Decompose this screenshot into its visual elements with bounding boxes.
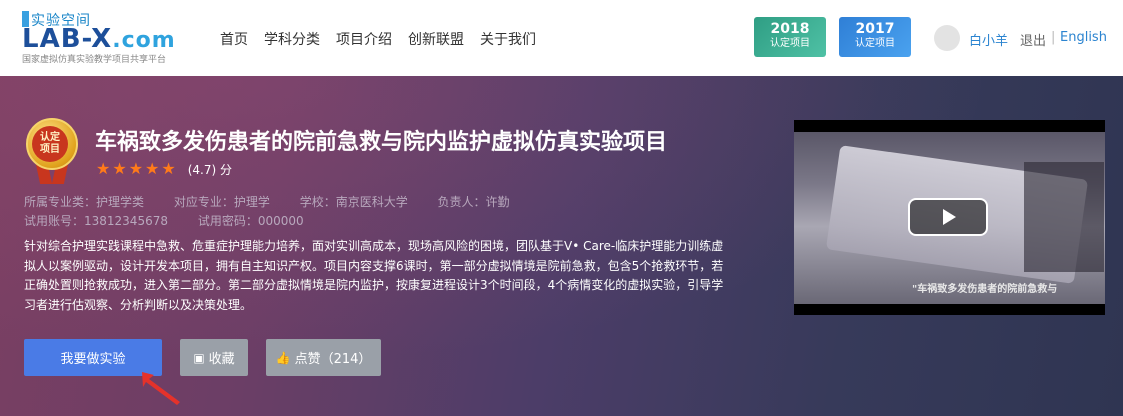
project-title: 车祸致多发伤患者的院前急救与院内监护虚拟仿真实验项目: [95, 130, 668, 155]
medal-label: 认定 项目: [32, 126, 68, 162]
star-icon: ★: [145, 159, 160, 178]
favorite-button[interactable]: ▣ 收藏: [180, 339, 248, 376]
nav-projects[interactable]: 项目介绍: [336, 29, 392, 49]
certified-medal-icon: 认定 项目: [24, 118, 80, 188]
video-player[interactable]: "车祸致多发伤患者的院前急救与: [794, 120, 1105, 315]
logo-subtitle: 国家虚拟仿真实验教学项目共享平台: [22, 55, 167, 65]
meta-school: 学校：南京医科大学: [299, 195, 408, 209]
project-hero: 认定 项目 车祸致多发伤患者的院前急救与院内监护虚拟仿真实验项目 ★ ★ ★ ★ …: [0, 76, 1123, 416]
play-button[interactable]: [908, 198, 988, 236]
badge-2018-year: 2018: [770, 21, 810, 37]
avatar[interactable]: [934, 25, 960, 51]
project-meta: 所属专业类：护理学类 对应专业：护理学 学校：南京医科大学 负责人：许勤 试用账…: [24, 193, 536, 231]
meta-category: 所属专业类：护理学类: [24, 195, 145, 209]
top-header: 实验空间 LAB-X.com 国家虚拟仿真实验教学项目共享平台 首页 学科分类 …: [0, 0, 1123, 76]
star-icon: ★: [128, 159, 144, 178]
logo-main-text: LAB-X.com: [22, 24, 176, 54]
nav-alliance[interactable]: 创新联盟: [408, 29, 464, 49]
site-logo[interactable]: 实验空间 LAB-X.com 国家虚拟仿真实验教学项目共享平台: [22, 10, 192, 66]
language-switch[interactable]: English: [1060, 30, 1107, 45]
pointer-arrow-icon: [142, 372, 180, 405]
logout-link[interactable]: 退出: [1020, 30, 1046, 49]
rating: ★ ★ ★ ★ ★ (4.7) 分: [96, 160, 232, 178]
nav-home[interactable]: 首页: [220, 29, 248, 49]
header-separator: |: [1051, 30, 1056, 45]
nav-subjects[interactable]: 学科分类: [264, 29, 320, 49]
main-nav: 首页 学科分类 项目介绍 创新联盟 关于我们: [220, 29, 552, 49]
star-icon: ★: [161, 159, 176, 178]
bookmark-icon: ▣: [193, 350, 205, 365]
badge-2017-text: 认定项目: [855, 38, 895, 49]
user-name-link[interactable]: 白小羊: [969, 30, 1008, 49]
meta-major: 对应专业：护理学: [173, 195, 270, 209]
star-icon: ★: [112, 159, 127, 178]
badge-2018[interactable]: 2018 认定项目: [754, 17, 826, 57]
badge-2017-year: 2017: [855, 21, 895, 37]
start-experiment-label: 我要做实验: [60, 352, 126, 367]
video-shadow-graphic: [1024, 162, 1104, 272]
meta-trial-password: 试用密码：000000: [197, 214, 304, 228]
like-label: 点赞（214）: [294, 352, 372, 367]
thumbs-up-icon: 👍: [275, 350, 291, 365]
like-button[interactable]: 👍 点赞（214）: [266, 339, 381, 376]
favorite-label: 收藏: [208, 352, 235, 367]
star-icon: ★: [96, 159, 111, 178]
badge-2018-text: 认定项目: [770, 38, 810, 49]
nav-about[interactable]: 关于我们: [480, 29, 536, 49]
project-description: 针对综合护理实践课程中急救、危重症护理能力培养，面对实训高成本，现场高风险的困境…: [24, 239, 724, 312]
badge-2017[interactable]: 2017 认定项目: [839, 17, 911, 57]
play-icon: [943, 209, 956, 225]
rating-score: (4.7) 分: [187, 162, 232, 177]
meta-lead: 负责人：许勤: [437, 195, 510, 209]
video-caption: "车祸致多发伤患者的院前急救与: [912, 284, 1058, 295]
meta-trial-account: 试用账号：13812345678: [24, 214, 168, 228]
